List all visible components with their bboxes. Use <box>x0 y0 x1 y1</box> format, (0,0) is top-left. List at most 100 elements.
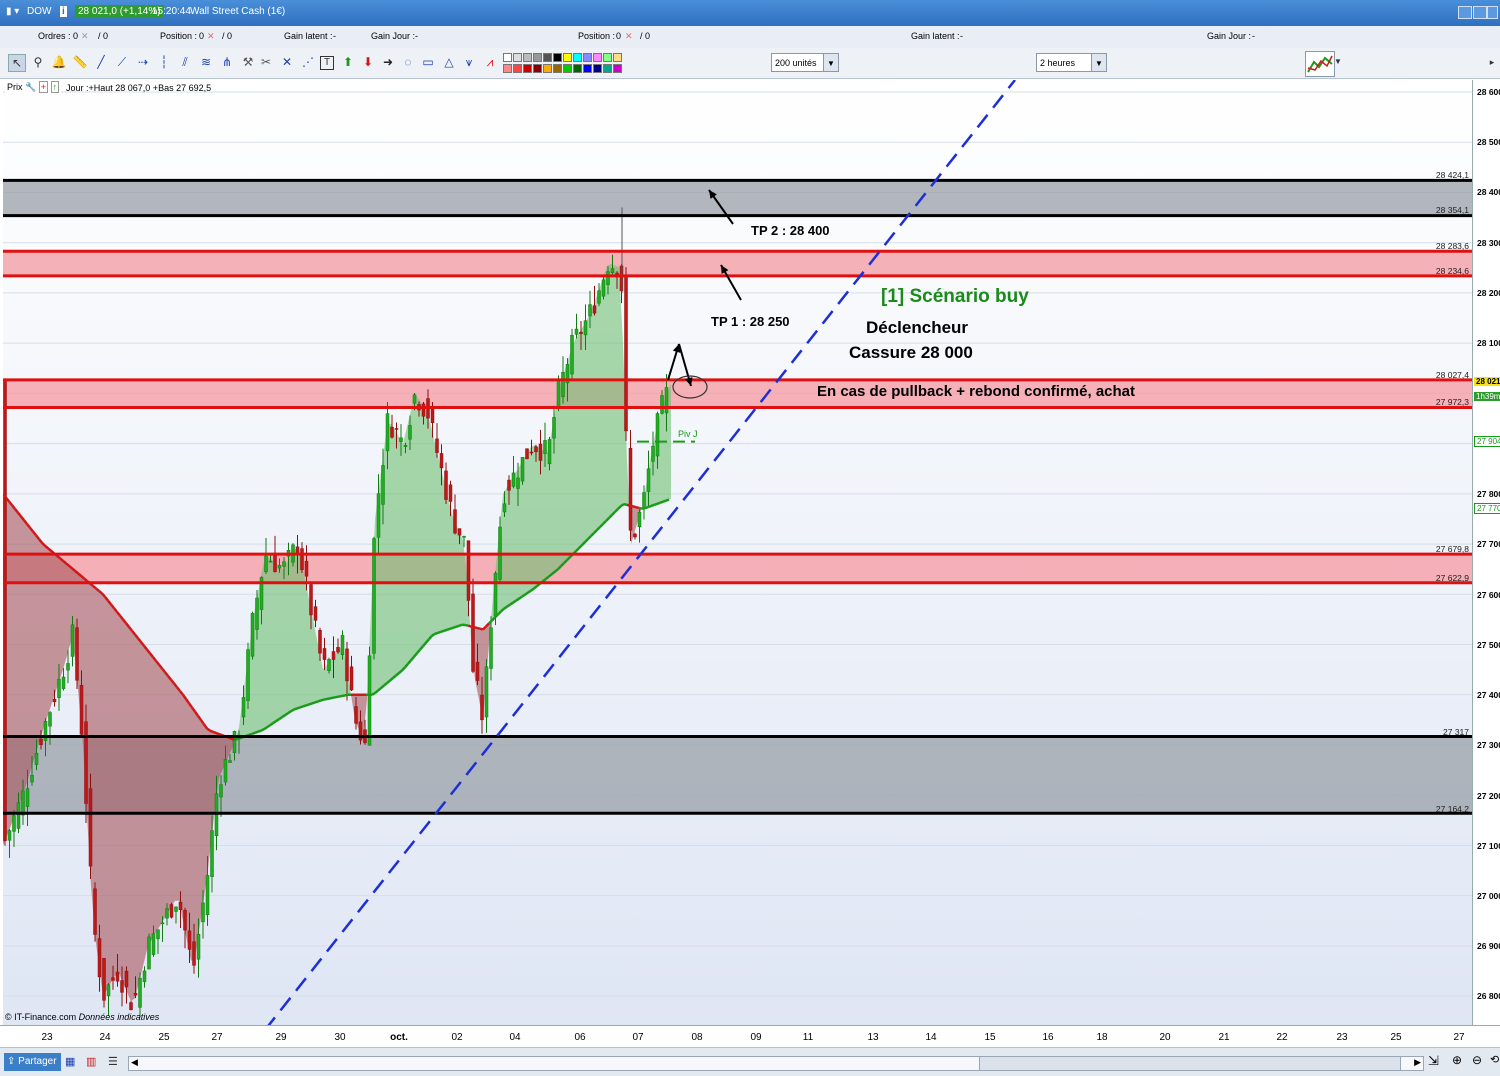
close-icon[interactable] <box>1487 6 1498 19</box>
line-icon[interactable]: ⟋ <box>114 54 130 70</box>
trend-fill <box>115 609 119 976</box>
candle-body <box>157 930 160 939</box>
moving-average-segment <box>507 605 510 607</box>
time-scrollbar[interactable]: ◀ ▶ <box>128 1056 1424 1071</box>
trend-fill <box>23 519 27 795</box>
list-icon[interactable]: ☰ <box>108 1055 118 1068</box>
candle-body <box>661 395 664 413</box>
tp2-annotation: TP 2 : 28 400 <box>751 223 830 238</box>
gann-icon[interactable]: ⋔ <box>219 54 235 70</box>
moving-average-segment <box>249 734 252 735</box>
bell-icon[interactable]: 🔔 <box>51 54 67 70</box>
arrow-up-icon[interactable]: ⬆ <box>340 54 356 70</box>
candle-body <box>386 414 389 451</box>
latent-gain-value: - <box>333 31 336 41</box>
wrench-icon[interactable]: 🔧 <box>25 82 36 92</box>
minimize-icon[interactable] <box>1458 6 1472 19</box>
units-select[interactable]: 200 unités ▼ <box>771 53 839 72</box>
color-palette[interactable] <box>503 53 623 75</box>
rectangle-icon[interactable]: ▭ <box>420 54 436 70</box>
candle-body <box>476 662 479 680</box>
orders-value: 0 <box>73 31 78 41</box>
hammer-icon[interactable]: ⚒ <box>240 54 256 70</box>
candle-body <box>404 445 407 446</box>
zoom-in-icon[interactable]: ⊕ <box>1452 1053 1462 1067</box>
trend-fill <box>31 529 35 769</box>
text-icon[interactable]: T <box>320 56 334 70</box>
reset-zoom-icon[interactable]: ⟲ <box>1490 1053 1499 1066</box>
cross-icon[interactable]: ✕ <box>279 54 295 70</box>
maximize-icon[interactable] <box>1473 6 1487 19</box>
pitchfork-icon[interactable]: ⩛ <box>461 54 477 70</box>
candle-body <box>242 697 245 717</box>
info-icon[interactable]: i <box>60 6 67 17</box>
scroll-left-icon[interactable]: ◀ <box>131 1057 138 1068</box>
position-close-icon[interactable]: ✕ <box>207 31 215 42</box>
menu-icon[interactable]: ▮ ▾ <box>6 6 19 17</box>
trend-fill <box>611 264 615 516</box>
zoom-icon[interactable]: ⚲ <box>30 54 46 70</box>
orders-cancel-icon[interactable]: ✕ <box>81 31 89 42</box>
moving-average-segment <box>318 700 321 701</box>
hline-icon[interactable]: ⇢ <box>135 54 151 70</box>
trend-fill <box>167 675 171 914</box>
price-tick: 26 900 <box>1477 941 1500 951</box>
symbol-label[interactable]: DOW <box>27 6 51 17</box>
candle-body <box>130 1003 133 1010</box>
arrow-down-icon[interactable]: ⬇ <box>360 54 376 70</box>
zigzag-icon[interactable]: ⋰ <box>300 54 316 70</box>
trend-fill <box>419 400 423 651</box>
moving-average-segment <box>207 729 210 731</box>
candle-body <box>413 395 416 403</box>
price-tick: 28 600 <box>1477 87 1500 97</box>
trigger-value: Cassure 28 000 <box>849 343 973 363</box>
scroll-right-icon[interactable]: ▶ <box>1414 1057 1421 1068</box>
indicator-icon[interactable] <box>1305 51 1335 77</box>
pencil-icon[interactable]: ╱ <box>93 54 109 70</box>
price-axis[interactable]: 28 600 28 500 28 400 28 300 28 200 28 10… <box>1472 80 1500 1025</box>
date-tick: 27 <box>1453 1032 1464 1043</box>
trend-fill <box>607 264 611 520</box>
position-value: 0 <box>199 31 204 41</box>
cursor-icon[interactable]: ↖ <box>8 54 26 72</box>
layout-icon[interactable]: ▦ <box>65 1055 75 1068</box>
up-icon[interactable]: ↑ <box>51 81 60 93</box>
trend-fill <box>531 445 535 591</box>
indicator-dropdown-icon[interactable]: ▼ <box>1333 54 1343 70</box>
scrollbar-thumb[interactable] <box>979 1057 1401 1070</box>
fibonacci-icon[interactable]: ≋ <box>198 54 214 70</box>
candle-body <box>206 875 209 914</box>
moving-average-segment <box>294 708 297 709</box>
triangle-icon[interactable]: △ <box>441 54 457 70</box>
moving-average-segment <box>288 711 291 713</box>
price-label: Prix <box>7 82 23 92</box>
add-icon[interactable]: + <box>39 81 48 93</box>
share-label: Partager <box>18 1056 56 1067</box>
ruler-icon[interactable]: 📏 <box>72 54 88 70</box>
trend-fill <box>19 514 23 805</box>
date-axis[interactable]: 23 24 25 27 29 30 oct. 02 04 06 07 08 09… <box>0 1025 1500 1048</box>
trend-fill <box>131 629 135 1001</box>
arrow-right-icon[interactable]: ➜ <box>380 54 396 70</box>
candle-body <box>377 494 380 538</box>
trend-fill <box>291 549 295 711</box>
vline-icon[interactable]: ┆ <box>156 54 172 70</box>
date-tick: 21 <box>1218 1032 1229 1043</box>
share-button[interactable]: ⇪ Partager <box>4 1053 61 1071</box>
channel-icon[interactable]: ⫽ <box>177 54 193 70</box>
candle-body <box>467 541 470 601</box>
candles-icon[interactable]: ▥ <box>86 1055 96 1068</box>
position2-close-icon[interactable]: ✕ <box>625 31 633 42</box>
toolbar-expand-icon[interactable]: ▸ <box>1484 54 1500 70</box>
tools-icon[interactable]: ✂ <box>258 54 274 70</box>
candle-body <box>247 650 250 701</box>
shape-icon[interactable]: ◌ <box>400 54 416 70</box>
period-select[interactable]: 2 heures ▼ <box>1036 53 1107 72</box>
trend-fill <box>415 393 419 655</box>
price-chart[interactable]: Prix 🔧 + ↑ Jour :+Haut 28 067,0 +Bas 27 … <box>3 80 1472 1025</box>
zoom-out-icon[interactable]: ⊖ <box>1472 1053 1482 1067</box>
candle-body <box>76 628 79 680</box>
auto-scroll-icon[interactable]: ⇲ <box>1428 1053 1439 1069</box>
candle-body <box>584 321 587 335</box>
pattern-icon[interactable]: ⩘ <box>482 54 498 70</box>
